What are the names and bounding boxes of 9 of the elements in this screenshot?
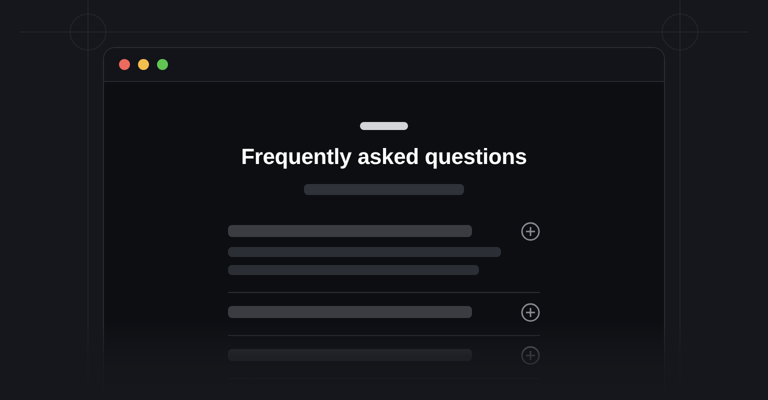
plus-icon[interactable] [521,302,540,322]
eyebrow-placeholder-bar [360,122,408,130]
plus-icon[interactable] [521,222,540,240]
close-icon[interactable] [119,59,130,70]
page-heading: Frequently asked questions [241,144,527,170]
minimize-icon[interactable] [138,59,149,70]
guide-circle [70,14,106,50]
guide-circle [662,14,698,50]
maximize-icon[interactable] [157,59,168,70]
